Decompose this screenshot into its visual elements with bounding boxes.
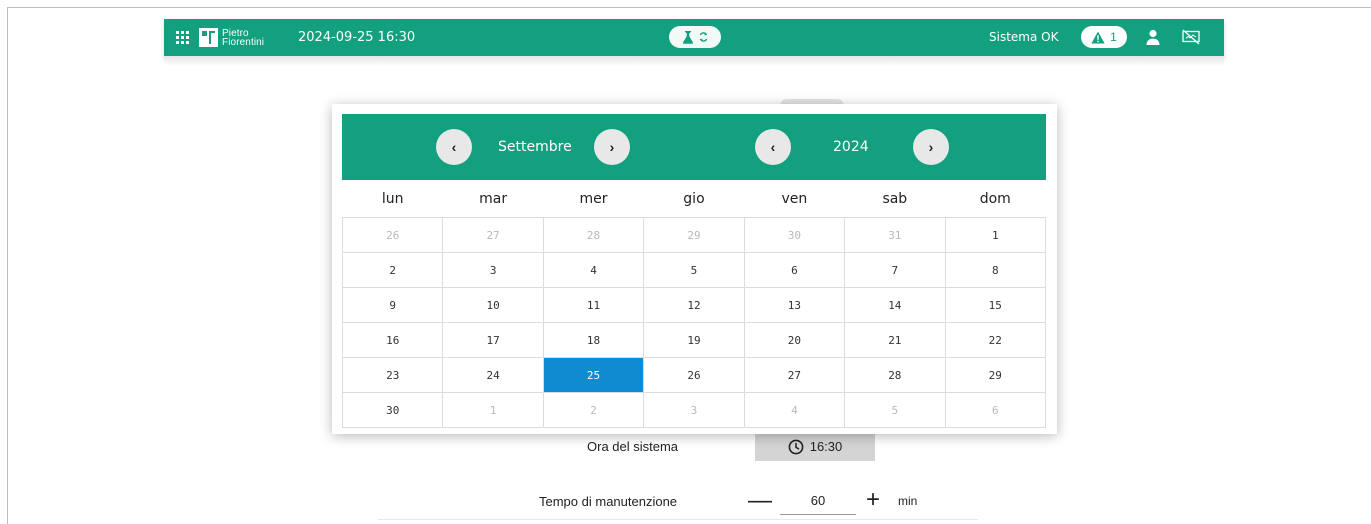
day-cell[interactable]: 4 — [542, 252, 645, 288]
day-cell[interactable]: 12 — [643, 287, 745, 323]
next-year-button[interactable]: › — [913, 129, 949, 165]
system-time-label: Ora del sistema — [587, 439, 679, 454]
day-cell[interactable]: 26 — [341, 217, 444, 253]
alarm-count: 1 — [1110, 30, 1117, 44]
day-cell[interactable]: 6 — [944, 392, 1047, 428]
day-cell[interactable]: 19 — [643, 322, 745, 358]
chevron-right-icon: › — [928, 139, 934, 155]
day-cell[interactable]: 28 — [542, 217, 645, 253]
chevron-left-icon: ‹ — [451, 139, 457, 155]
day-cell[interactable]: 6 — [743, 252, 846, 288]
chevron-right-icon: › — [609, 139, 615, 155]
decrement-button[interactable]: — — [748, 489, 772, 513]
next-month-button[interactable]: › — [594, 129, 630, 165]
header-shadow — [164, 56, 1224, 66]
day-cell[interactable]: 11 — [542, 287, 645, 323]
day-cell[interactable]: 29 — [944, 357, 1047, 393]
chevron-left-icon: ‹ — [770, 139, 776, 155]
day-cell[interactable]: 18 — [542, 322, 645, 358]
day-cell[interactable]: 23 — [341, 357, 444, 393]
top-bar: Pietro Fiorentini 2024-09-25 16:30 Siste… — [164, 19, 1224, 56]
day-cell[interactable]: 29 — [643, 217, 745, 253]
day-cell[interactable]: 16 — [341, 322, 444, 358]
week-row: 9 10 11 12 13 14 15 — [341, 287, 1047, 323]
prev-month-button[interactable]: ‹ — [436, 129, 472, 165]
brand-logo-mark — [199, 28, 218, 47]
day-cell[interactable]: 21 — [844, 322, 946, 358]
day-cell-selected[interactable]: 25 — [542, 357, 645, 393]
day-cell[interactable]: 8 — [944, 252, 1047, 288]
day-cell[interactable]: 30 — [743, 217, 846, 253]
weekday-label: dom — [945, 180, 1046, 218]
weekday-label: mer — [543, 180, 644, 218]
header-datetime: 2024-09-25 16:30 — [298, 30, 416, 45]
day-cell[interactable]: 2 — [341, 252, 444, 288]
flask-icon — [682, 30, 694, 44]
prev-year-button[interactable]: ‹ — [755, 129, 791, 165]
system-time-button[interactable]: 16:30 — [755, 432, 875, 461]
week-row: 16 17 18 19 20 21 22 — [341, 322, 1047, 358]
day-cell[interactable]: 27 — [743, 357, 846, 393]
day-cell[interactable]: 15 — [944, 287, 1047, 323]
alarm-button[interactable]: 1 — [1081, 26, 1127, 48]
system-status: Sistema OK — [989, 30, 1059, 44]
refresh-icon — [699, 32, 708, 42]
calendar-grid: lun mar mer gio ven sab dom 26 27 28 29 … — [341, 180, 1047, 428]
maintenance-time-input[interactable]: 60 — [780, 488, 856, 515]
day-cell[interactable]: 1 — [442, 392, 544, 428]
day-cell[interactable]: 22 — [944, 322, 1047, 358]
date-picker-header: ‹ Settembre › ‹ 2024 › — [342, 114, 1046, 180]
weekday-header-row: lun mar mer gio ven sab dom — [342, 180, 1046, 218]
day-cell[interactable]: 13 — [743, 287, 846, 323]
day-cell[interactable]: 5 — [643, 252, 745, 288]
weekday-label: ven — [744, 180, 845, 218]
day-cell[interactable]: 2 — [542, 392, 645, 428]
weekday-label: lun — [342, 180, 443, 218]
week-row: 2 3 4 5 6 7 8 — [341, 252, 1047, 288]
day-cell[interactable]: 26 — [643, 357, 745, 393]
weekday-label: gio — [643, 180, 745, 218]
day-cell[interactable]: 10 — [442, 287, 544, 323]
day-cell[interactable]: 9 — [341, 287, 444, 323]
day-cell[interactable]: 14 — [844, 287, 946, 323]
mode-button[interactable] — [669, 26, 721, 48]
network-disconnected-icon[interactable] — [1182, 29, 1200, 45]
day-cell[interactable]: 31 — [844, 217, 946, 253]
day-cell[interactable]: 20 — [743, 322, 846, 358]
apps-grid-icon[interactable] — [176, 31, 189, 44]
day-cell[interactable]: 3 — [442, 252, 544, 288]
year-label: 2024 — [833, 139, 869, 155]
brand-logo: Pietro Fiorentini — [199, 27, 264, 48]
week-row: 23 24 25 26 27 28 29 — [341, 357, 1047, 393]
weekday-label: sab — [844, 180, 946, 218]
warning-icon — [1091, 31, 1105, 43]
divider — [378, 519, 978, 520]
brand-name-line2: Fiorentini — [222, 36, 265, 48]
day-cell[interactable]: 17 — [442, 322, 544, 358]
day-cell[interactable]: 24 — [442, 357, 544, 393]
user-icon[interactable] — [1145, 29, 1161, 45]
day-cell[interactable]: 4 — [743, 392, 846, 428]
weekday-label: mar — [442, 180, 544, 218]
day-cell[interactable]: 3 — [643, 392, 745, 428]
week-row: 26 27 28 29 30 31 1 — [341, 217, 1047, 253]
maintenance-time-label: Tempo di manutenzione — [539, 494, 678, 509]
week-row: 30 1 2 3 4 5 6 — [341, 392, 1047, 428]
system-time-value: 16:30 — [809, 439, 843, 454]
day-cell[interactable]: 27 — [442, 217, 544, 253]
day-cell[interactable]: 30 — [341, 392, 444, 428]
maintenance-time-unit: min — [898, 494, 918, 508]
day-cell[interactable]: 28 — [844, 357, 946, 393]
day-cell[interactable]: 7 — [844, 252, 946, 288]
clock-icon — [788, 439, 804, 454]
day-cell[interactable]: 5 — [844, 392, 946, 428]
date-picker-dialog: ‹ Settembre › ‹ 2024 › lun mar mer gio v… — [332, 104, 1057, 434]
day-cell[interactable]: 1 — [944, 217, 1047, 253]
month-label: Settembre — [498, 139, 572, 155]
increment-button[interactable]: + — [866, 488, 880, 512]
